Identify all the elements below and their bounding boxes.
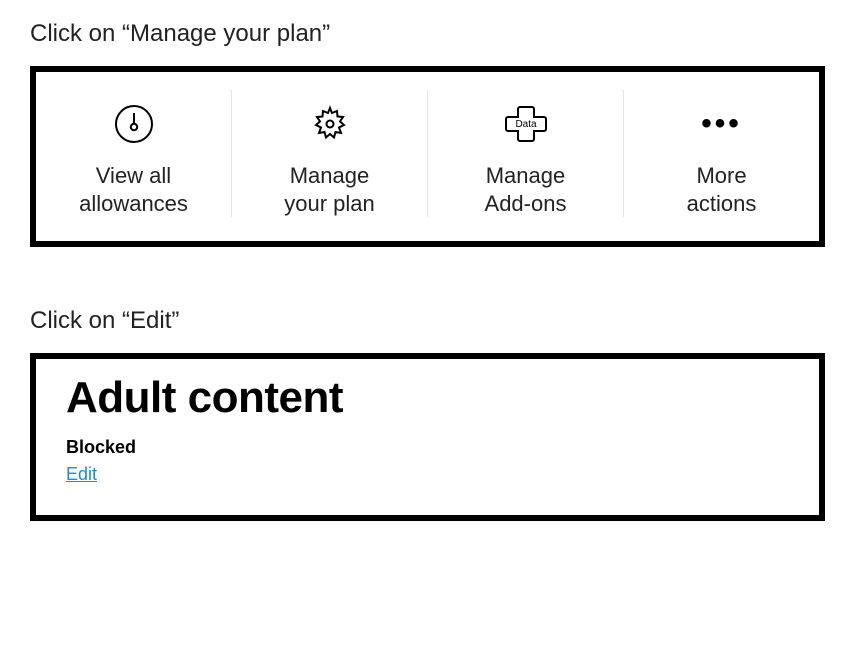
- label-line2: actions: [687, 191, 757, 216]
- action-manage-your-plan[interactable]: Manage your plan: [232, 90, 428, 217]
- svg-text:Data: Data: [515, 119, 537, 130]
- edit-link[interactable]: Edit: [66, 464, 97, 485]
- instruction-step2: Click on “Edit”: [30, 307, 825, 335]
- instruction-step1: Click on “Manage your plan”: [30, 20, 825, 48]
- label-line1: Manage: [290, 163, 370, 188]
- action-manage-add-ons[interactable]: Data Manage Add-ons: [428, 90, 624, 217]
- gear-icon: [307, 96, 353, 152]
- gauge-icon: [112, 96, 156, 152]
- adult-content-status: Blocked: [66, 437, 789, 458]
- label-line2: Add-ons: [485, 191, 567, 216]
- adult-content-title: Adult content: [66, 373, 789, 423]
- adult-content-panel: Adult content Blocked Edit: [30, 353, 825, 521]
- actions-row: View all allowances Manage your plan: [36, 72, 819, 241]
- more-icon: •••: [701, 96, 742, 152]
- label-line1: More: [696, 163, 746, 188]
- label-line1: View all: [96, 163, 171, 188]
- action-more-actions[interactable]: ••• More actions: [624, 90, 819, 217]
- action-label: Manage Add-ons: [485, 162, 567, 217]
- action-label: More actions: [687, 162, 757, 217]
- label-line1: Manage: [486, 163, 566, 188]
- label-line2: your plan: [284, 191, 375, 216]
- label-line2: allowances: [79, 191, 188, 216]
- action-label: Manage your plan: [284, 162, 375, 217]
- action-label: View all allowances: [79, 162, 188, 217]
- actions-panel: View all allowances Manage your plan: [30, 66, 825, 247]
- data-plus-icon: Data: [500, 96, 552, 152]
- action-view-all-allowances[interactable]: View all allowances: [36, 90, 232, 217]
